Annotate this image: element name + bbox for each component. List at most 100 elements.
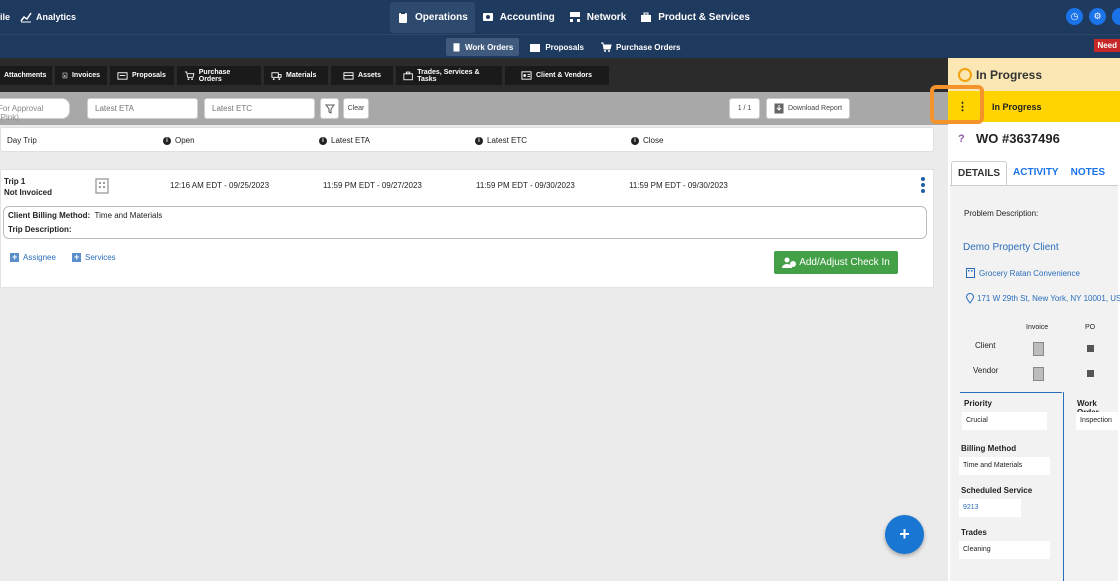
vendor-invoice-doc-icon[interactable]: [1033, 367, 1044, 381]
trip-title: Trip 1: [4, 177, 26, 186]
billing-method-value[interactable]: Time and Materials: [959, 457, 1050, 475]
cart-icon: [601, 42, 612, 52]
location-link[interactable]: Grocery Ratan Convenience: [966, 268, 1080, 278]
scheduled-service-value[interactable]: 9213: [959, 499, 1021, 517]
subnav-purchase-orders[interactable]: Purchase Orders: [594, 38, 686, 56]
download-label: Download Report: [787, 105, 843, 112]
question-pin-icon: ?: [958, 133, 965, 145]
col-po-label: PO: [1085, 324, 1096, 331]
tab-details[interactable]: DETAILS: [951, 161, 1008, 185]
problem-description-label: Problem Description:: [964, 209, 1039, 218]
header-latest-eta: i Latest ETA: [319, 136, 370, 145]
subnav-label: Proposals: [545, 42, 584, 52]
address-link[interactable]: 171 W 29th St, New York, NY 10001, US: [966, 293, 1120, 304]
header-day-trip: Day Trip: [7, 136, 37, 145]
nav-item-operations[interactable]: Operations: [390, 1, 475, 33]
billing-label: Client Billing Method:: [8, 211, 91, 220]
priority-value[interactable]: Crucial: [962, 412, 1047, 430]
priority-label: Priority: [964, 399, 993, 408]
nav-item-product-services[interactable]: Product & Services: [633, 2, 757, 33]
work-order-number: WO #3637496: [976, 131, 1060, 146]
subnav-proposals[interactable]: Proposals: [523, 38, 590, 56]
subnav-label: Purchase Orders: [616, 42, 681, 52]
row-vendor-label: Vendor: [973, 366, 999, 375]
svg-text:$: $: [64, 74, 66, 78]
client-po-icon[interactable]: [1087, 345, 1094, 352]
tab-client-vendors[interactable]: Client & Vendors: [505, 66, 609, 85]
info-icon[interactable]: i: [631, 136, 639, 145]
divider: [1063, 392, 1064, 581]
progress-ring-icon: [958, 67, 972, 82]
pager[interactable]: 1 / 1: [729, 98, 760, 119]
add-assignee-link[interactable]: + Assignee: [10, 253, 56, 262]
tab-label: Trades, Services & Tasks: [417, 68, 480, 83]
highlight-box: [930, 85, 984, 124]
work-order-type-value[interactable]: Inspection: [1076, 412, 1118, 430]
clipboard-icon: [453, 43, 460, 52]
approval-filter[interactable]: For Approval (Pink): [0, 98, 70, 122]
col-invoice-label: Invoice: [1026, 324, 1049, 331]
location-label: Grocery Ratan Convenience: [979, 268, 1080, 278]
tab-activity[interactable]: ACTIVITY: [1007, 161, 1065, 185]
cart-icon: [184, 71, 195, 80]
assignee-label: Assignee: [23, 253, 56, 262]
nav-item-ile[interactable]: ile: [0, 12, 10, 22]
truck-icon: [271, 72, 282, 81]
add-services-link[interactable]: + Services: [72, 253, 116, 262]
plus-icon: +: [72, 252, 81, 262]
add-fab-button[interactable]: +: [885, 515, 924, 554]
header-label: Close: [643, 136, 664, 145]
tab-purchase-orders[interactable]: Purchase Orders: [177, 66, 261, 85]
building-icon: [95, 178, 109, 194]
latest-eta-input[interactable]: [87, 98, 198, 119]
clock-icon[interactable]: ◷: [1066, 8, 1083, 25]
nav-item-analytics[interactable]: Analytics: [20, 11, 76, 23]
nav-item-label: Operations: [415, 11, 468, 23]
divider: [960, 392, 1062, 393]
tab-label: Client & Vendors: [536, 72, 593, 79]
tab-notes[interactable]: NOTES: [1065, 161, 1111, 185]
tab-label: Invoices: [71, 72, 100, 79]
info-icon[interactable]: i: [163, 136, 171, 145]
trip-open-time: 12:16 AM EDT - 09/25/2023: [170, 181, 270, 190]
subnav-work-orders[interactable]: Work Orders: [446, 38, 520, 56]
need-badge[interactable]: Need: [1094, 39, 1120, 52]
add-adjust-check-in-button[interactable]: Add/Adjust Check In: [774, 251, 898, 274]
clear-button[interactable]: Clear: [343, 98, 369, 119]
tab-label: Purchase Orders: [198, 68, 231, 83]
user-icon[interactable]: [1112, 8, 1120, 25]
tab-proposals[interactable]: Proposals: [110, 66, 174, 85]
client-invoice-doc-icon[interactable]: [1033, 342, 1044, 356]
client-name-link[interactable]: Demo Property Client: [963, 242, 1059, 253]
tab-label: Assets: [358, 72, 381, 79]
trip-kebab-menu[interactable]: [920, 177, 925, 193]
detail-tabs-bar: Attachments $ Invoices Proposals Purchas…: [0, 58, 948, 92]
trip-card: Trip 1 Not Invoiced 12:16 AM EDT - 09/25…: [0, 169, 934, 288]
tab-label: Attachments: [4, 72, 47, 79]
header-label: Latest ETC: [487, 136, 528, 145]
tab-trades-services-tasks[interactable]: Trades, Services & Tasks: [396, 66, 502, 85]
latest-etc-input[interactable]: [204, 98, 315, 119]
filter-button[interactable]: [320, 98, 339, 119]
download-report-button[interactable]: Download Report: [766, 98, 850, 119]
tab-invoices[interactable]: $ Invoices: [55, 66, 107, 85]
header-latest-etc: i Latest ETC: [475, 136, 527, 145]
top-nav-right: ◷ ⚙: [1066, 8, 1120, 25]
vendor-po-icon[interactable]: [1087, 370, 1094, 377]
gear-icon[interactable]: ⚙: [1089, 8, 1106, 25]
nav-item-network[interactable]: Network: [562, 2, 633, 33]
tab-assets[interactable]: Assets: [331, 66, 393, 85]
filter-bar: For Approval (Pink) Clear 1 / 1 Download…: [0, 92, 948, 125]
tab-materials[interactable]: Materials: [264, 66, 328, 85]
status-header-label: In Progress: [976, 67, 1043, 82]
toolbox-icon: [641, 12, 652, 22]
trip-etc-time: 11:59 PM EDT - 09/30/2023: [476, 181, 575, 190]
info-icon[interactable]: i: [475, 136, 483, 145]
nav-item-accounting[interactable]: Accounting: [475, 2, 562, 33]
tab-attachments[interactable]: Attachments: [0, 66, 52, 85]
trades-value[interactable]: Cleaning: [959, 541, 1050, 559]
top-nav-left: ile Analytics: [0, 0, 76, 34]
top-nav: ile Analytics Operations Accounting Netw…: [0, 0, 1120, 34]
billing-method-label: Billing Method: [961, 444, 1017, 453]
info-icon[interactable]: i: [319, 136, 327, 145]
